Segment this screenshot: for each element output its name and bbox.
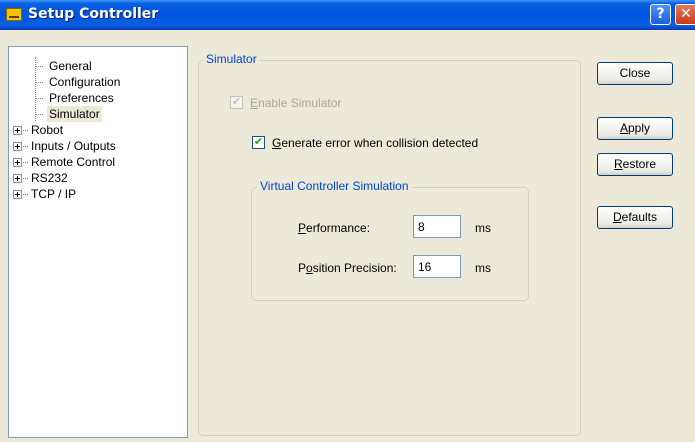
expand-plus-icon[interactable]	[13, 174, 22, 183]
tree-item-label: Remote Control	[31, 155, 116, 169]
tree-item-label: Configuration	[49, 75, 121, 89]
expand-plus-icon[interactable]	[13, 158, 22, 167]
title-bar[interactable]: Setup Controller ? ✕	[0, 0, 695, 30]
settings-tree[interactable]: General Configuration Preferences Simula…	[8, 46, 188, 438]
expand-plus-icon[interactable]	[13, 142, 22, 151]
generate-error-checkbox[interactable]: ✔	[252, 136, 265, 149]
defaults-button[interactable]: Defaults	[597, 206, 673, 229]
tree-connector	[23, 178, 28, 179]
tree-connector	[23, 162, 28, 163]
apply-button[interactable]: Apply	[597, 117, 673, 140]
window-title: Setup Controller	[28, 6, 159, 22]
close-window-button[interactable]: ✕	[675, 4, 695, 25]
app-icon	[6, 8, 22, 21]
performance-input[interactable]	[413, 215, 461, 238]
tree-item-label: General	[49, 59, 92, 73]
help-button[interactable]: ?	[650, 4, 671, 25]
expand-plus-icon[interactable]	[13, 190, 22, 199]
tree-item-label: RS232	[31, 171, 68, 185]
expand-plus-icon[interactable]	[13, 126, 22, 135]
virtual-controller-group	[251, 187, 529, 301]
tree-item-label: TCP / IP	[31, 187, 77, 201]
tree-connector	[35, 98, 43, 99]
tree-connector	[35, 82, 43, 83]
tree-connector	[23, 146, 28, 147]
close-button[interactable]: Close	[597, 62, 673, 85]
enable-simulator-label: Enable Simulator	[250, 96, 342, 110]
simulator-group-legend: Simulator	[203, 52, 260, 66]
tree-item-label: Robot	[31, 123, 64, 137]
generate-error-label: Generate error when collision detected	[272, 136, 479, 150]
tree-item-label: Simulator	[47, 106, 102, 122]
tree-connector	[35, 114, 43, 115]
performance-unit: ms	[475, 221, 491, 235]
tree-connector	[35, 66, 43, 67]
performance-label: Performance:	[298, 221, 371, 235]
tree-connector	[23, 130, 28, 131]
enable-simulator-checkbox[interactable]: ✔	[230, 96, 243, 109]
position-precision-unit: ms	[475, 261, 491, 275]
position-precision-input[interactable]	[413, 255, 461, 278]
tree-item-label: Preferences	[49, 91, 114, 105]
tree-item-label: Inputs / Outputs	[31, 139, 116, 153]
position-precision-label: Position Precision:	[298, 261, 397, 275]
tree-connector	[23, 194, 28, 195]
restore-button[interactable]: Restore	[597, 153, 673, 176]
virtual-controller-legend: Virtual Controller Simulation	[257, 179, 412, 193]
